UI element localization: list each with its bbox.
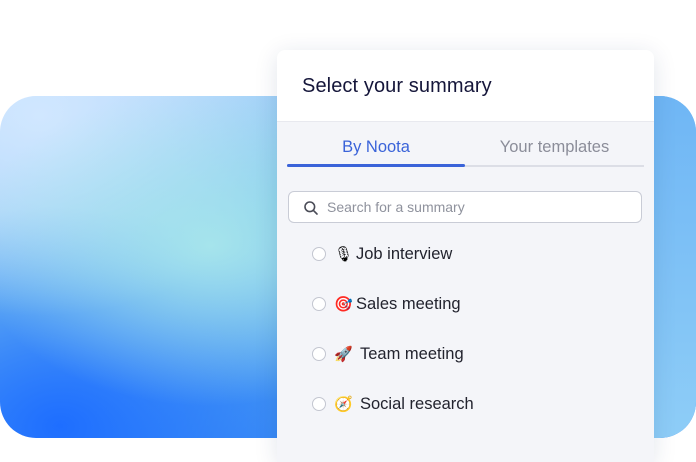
compass-icon: 🧭: [334, 395, 353, 413]
tab-your-templates[interactable]: Your templates: [465, 135, 644, 165]
search-input[interactable]: [327, 192, 627, 222]
radio-button[interactable]: [312, 347, 326, 361]
option-job-interview[interactable]: 🎙 Job interview: [312, 242, 612, 268]
stage: Select your summary By Noota Your templa…: [0, 0, 696, 462]
tab-bar: By Noota Your templates: [287, 135, 644, 169]
option-label: Sales meeting: [356, 295, 461, 313]
radio-button[interactable]: [312, 397, 326, 411]
option-team-meeting[interactable]: 🚀 Team meeting: [312, 342, 612, 368]
option-label: Job interview: [356, 245, 453, 263]
tab-by-noota[interactable]: By Noota: [287, 135, 465, 165]
microphone-icon: 🎙: [334, 245, 354, 263]
option-label: Team meeting: [360, 345, 464, 363]
radio-button[interactable]: [312, 297, 326, 311]
option-label: Social research: [360, 395, 474, 413]
search-box[interactable]: [288, 191, 642, 223]
rocket-icon: 🚀: [334, 345, 353, 363]
search-icon: [304, 201, 318, 215]
option-social-research[interactable]: 🧭 Social research: [312, 392, 612, 418]
option-sales-meeting[interactable]: 🎯 Sales meeting: [312, 292, 612, 318]
header-divider: [277, 121, 654, 122]
radio-button[interactable]: [312, 247, 326, 261]
tab-active-indicator: [287, 164, 465, 167]
target-icon: 🎯: [334, 295, 353, 313]
panel-title: Select your summary: [302, 75, 492, 97]
summary-selector-panel: Select your summary By Noota Your templa…: [277, 50, 654, 462]
